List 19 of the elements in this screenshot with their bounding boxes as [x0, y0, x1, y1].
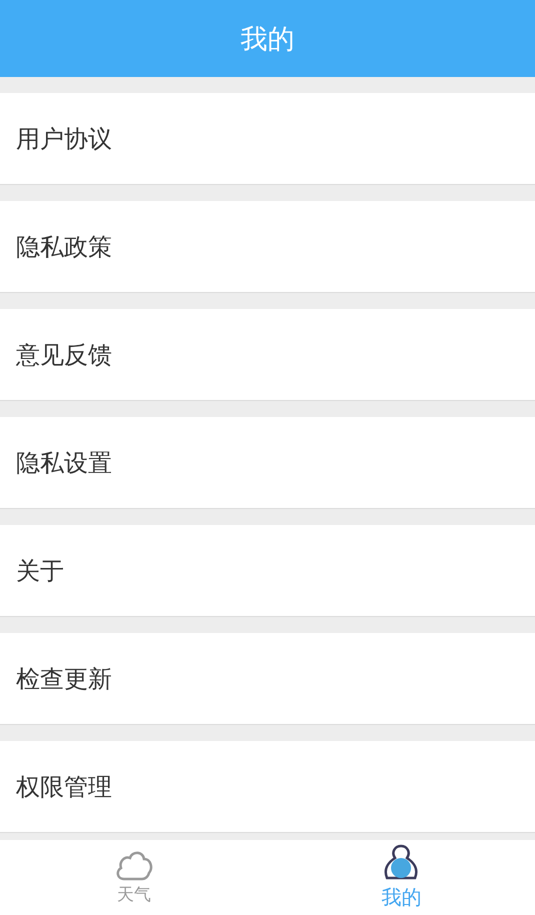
menu-item-label: 检查更新 [16, 664, 112, 694]
menu-item[interactable]: 关于 [0, 525, 535, 617]
menu-item[interactable]: 隐私政策 [0, 201, 535, 293]
menu-item-label: 隐私政策 [16, 232, 112, 262]
tab-label: 我的 [381, 884, 422, 911]
menu-item[interactable]: 检查更新 [0, 633, 535, 725]
tab-label: 天气 [116, 884, 151, 906]
menu-item-label: 隐私设置 [16, 448, 112, 478]
menu-item[interactable]: 用户协议 [0, 93, 535, 185]
menu-item-label: 权限管理 [16, 772, 112, 802]
menu-item-label: 关于 [16, 556, 64, 586]
page-title: 我的 [240, 22, 294, 56]
menu-item-label: 用户协议 [16, 124, 112, 154]
menu-item[interactable]: 权限管理 [0, 741, 535, 833]
cloud-icon [114, 849, 153, 881]
menu-item-label: 意见反馈 [16, 340, 112, 370]
menu-item[interactable]: 隐私设置 [0, 417, 535, 509]
person-icon [383, 844, 420, 882]
menu-item[interactable]: 意见反馈 [0, 309, 535, 401]
